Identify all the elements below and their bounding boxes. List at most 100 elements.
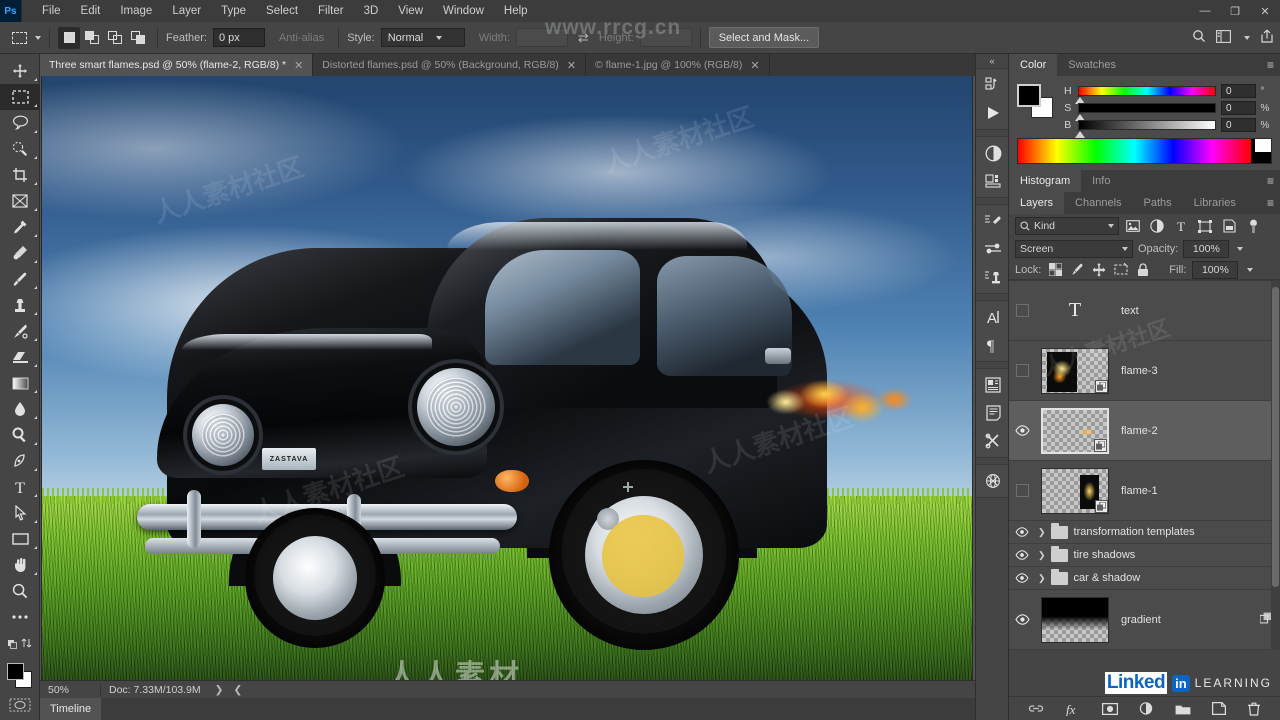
path-selection-tool[interactable] [0,500,40,526]
layer-style-fx-icon[interactable]: fx [1065,702,1081,716]
saturation-slider[interactable] [1074,103,1216,121]
opacity-value[interactable]: 100% [1183,240,1230,258]
collapse-panels-icon[interactable]: « [976,54,1008,68]
panel-menu-icon[interactable]: ≡ [1267,58,1274,72]
menu-image[interactable]: Image [110,2,162,20]
adjustment-filter-icon[interactable] [1147,217,1167,235]
tab-color[interactable]: Color [1009,54,1058,76]
brightness-value[interactable]: 0 [1220,118,1256,132]
layer-name[interactable]: transformation templates [1068,526,1280,538]
intersect-selection-button[interactable] [127,27,149,49]
fill-value[interactable]: 100% [1192,260,1239,279]
search-icon[interactable] [1192,29,1206,46]
menu-edit[interactable]: Edit [71,2,111,20]
new-layer-icon[interactable] [1212,702,1226,715]
workspace-icon[interactable] [1216,29,1231,46]
menu-help[interactable]: Help [494,2,538,20]
layer-row-transformation-templates[interactable]: ❯ transformation templates [1009,521,1280,544]
notes-icon[interactable] [976,399,1010,427]
delete-layer-icon[interactable] [1247,702,1261,716]
minimize-button[interactable]: — [1190,0,1220,22]
quick-mask-icon[interactable] [0,693,40,717]
antialias-label[interactable]: Anti-alias [279,32,324,44]
document-tab-1[interactable]: Three smart flames.psd @ 50% (flame-2, R… [40,54,314,76]
layer-name[interactable]: flame-3 [1115,365,1280,377]
panel-menu-icon[interactable]: ≡ [1267,174,1274,188]
hand-tool[interactable] [0,552,40,578]
gradient-tool[interactable] [0,370,40,396]
layer-name[interactable]: flame-1 [1115,485,1280,497]
libraries-icon[interactable] [976,167,1010,195]
close-button[interactable]: ✕ [1250,0,1280,22]
rectangular-marquee-icon[interactable] [6,26,32,50]
new-selection-button[interactable] [58,26,80,49]
close-icon[interactable]: ✕ [294,59,303,72]
color-swatches[interactable] [0,659,40,693]
menu-select[interactable]: Select [256,2,308,20]
lasso-tool[interactable] [0,110,40,136]
layer-name[interactable]: flame-2 [1115,425,1280,437]
layer-row-flame-2[interactable]: flame-2 [1009,401,1280,461]
brush-tool[interactable] [0,266,40,292]
fill-chevron-down-icon[interactable] [1247,267,1254,272]
layer-visibility-toggle[interactable] [1009,401,1035,460]
dodge-tool[interactable] [0,422,40,448]
hue-value[interactable]: 0 [1220,84,1256,98]
layer-visibility-toggle[interactable] [1009,544,1035,566]
foreground-color-swatch[interactable] [7,663,24,680]
document-canvas[interactable]: ZASTAVA 人人素材 [42,76,972,680]
tab-libraries[interactable]: Libraries [1183,192,1247,214]
adjustments-icon[interactable] [976,139,1010,167]
layer-name[interactable]: gradient [1115,614,1280,626]
layers-scrollbar[interactable] [1271,281,1280,650]
menu-3d[interactable]: 3D [354,2,389,20]
foreground-color-swatch[interactable] [1017,84,1041,107]
brush-settings-icon[interactable] [976,207,1010,235]
tab-timeline[interactable]: Timeline [40,698,102,720]
pixel-filter-icon[interactable] [1123,217,1143,235]
layer-visibility-toggle[interactable] [1009,281,1035,340]
layer-row-gradient[interactable]: gradient [1009,590,1280,650]
layer-row-flame-3[interactable]: flame-3 [1009,341,1280,401]
subtract-from-selection-button[interactable] [104,27,126,49]
shape-filter-icon[interactable] [1195,217,1215,235]
scrollbar-thumb[interactable] [1272,287,1279,587]
horizontal-type-tool[interactable]: T [0,474,40,500]
layer-row-flame-1[interactable]: flame-1 [1009,461,1280,521]
layer-name[interactable]: tire shadows [1068,549,1280,561]
select-and-mask-button[interactable]: Select and Mask... [708,27,820,48]
lock-position-icon[interactable] [1091,262,1107,278]
default-colors-icon[interactable] [0,630,40,656]
history-brush-tool[interactable] [0,318,40,344]
rectangle-tool[interactable] [0,526,40,552]
tab-info[interactable]: Info [1081,170,1121,192]
layer-visibility-toggle[interactable] [1009,567,1035,589]
tab-histogram[interactable]: Histogram [1009,170,1082,192]
frame-tool[interactable] [0,188,40,214]
tool-presets-icon[interactable] [976,427,1010,455]
smart-object-filter-icon[interactable] [1219,217,1239,235]
zoom-level[interactable]: 50% [40,684,92,696]
layer-name[interactable]: text [1115,305,1280,317]
eraser-tool[interactable] [0,344,40,370]
layer-row-tire-shadows[interactable]: ❯ tire shadows [1009,544,1280,567]
layer-filter-kind-dropdown[interactable]: Kind [1015,217,1119,235]
saturation-value[interactable]: 0 [1220,101,1256,115]
blend-mode-dropdown[interactable]: Screen [1015,240,1133,258]
tab-swatches[interactable]: Swatches [1057,54,1127,76]
style-dropdown[interactable]: Normal [380,28,465,47]
zoom-tool[interactable] [0,578,40,604]
close-icon[interactable]: ✕ [567,59,576,72]
close-icon[interactable]: ✕ [750,59,759,72]
layer-visibility-toggle[interactable] [1009,521,1035,543]
color-panel-swatches[interactable] [1017,84,1057,118]
status-expand-icon[interactable]: ❯ [215,684,224,696]
menu-type[interactable]: Type [211,2,256,20]
menu-filter[interactable]: Filter [308,2,354,20]
panel-menu-icon[interactable]: ≡ [1267,196,1274,210]
lock-all-icon[interactable] [1135,262,1151,278]
document-tab-2[interactable]: Distorted flames.psd @ 50% (Background, … [313,54,587,76]
share-icon[interactable] [1260,29,1274,46]
maximize-button[interactable]: ❐ [1220,0,1250,22]
hue-slider[interactable] [1074,86,1216,104]
